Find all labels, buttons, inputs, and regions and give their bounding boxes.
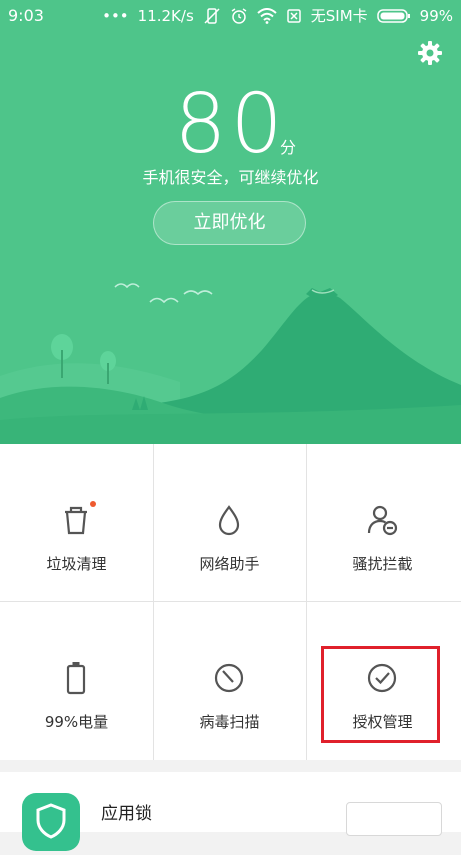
sim-status: 无SIM卡 [310, 7, 368, 25]
vibrate-off-icon [203, 7, 221, 25]
scan-icon [214, 663, 244, 693]
tool-label: 99%电量 [44, 713, 109, 731]
no-sim-icon [286, 8, 302, 24]
droplet-icon [218, 505, 240, 536]
wifi-icon [257, 7, 277, 24]
optimize-now-button[interactable]: 立即优化 [153, 201, 306, 245]
status-bar: 9:03 ••• 11.2K/s 无SIM卡 99% [0, 0, 461, 32]
battery-icon [66, 662, 86, 695]
settings-button[interactable] [417, 40, 443, 66]
trash-icon [65, 501, 96, 535]
tool-permission-management[interactable]: 授权管理 [306, 602, 459, 759]
app-lock-button[interactable] [346, 802, 442, 836]
battery-percent: 99% [419, 6, 453, 25]
tool-label: 骚扰拦截 [352, 555, 413, 573]
app-lock-card[interactable]: 应用锁 [0, 772, 461, 851]
tool-label: 网络助手 [199, 555, 260, 573]
app-lock-title: 应用锁 [101, 804, 152, 824]
score-unit: 分 [280, 138, 297, 157]
security-hero: 9:03 ••• 11.2K/s 无SIM卡 99% 80 分 手机很安全，可继… [0, 0, 461, 444]
tool-label: 垃圾清理 [46, 555, 107, 573]
security-status-text: 手机很安全，可继续优化 [142, 168, 319, 187]
status-time: 9:03 [8, 6, 44, 25]
check-circle-icon [367, 663, 397, 693]
tool-label: 病毒扫描 [199, 713, 260, 731]
tool-network-assistant[interactable]: 网络助手 [153, 444, 306, 601]
score-container: 80 [0, 84, 461, 166]
block-user-icon [367, 505, 398, 536]
status-indicators: ••• 11.2K/s 无SIM卡 99% [102, 5, 453, 26]
tool-battery[interactable]: 99%电量 [0, 602, 153, 759]
notification-badge [90, 501, 96, 507]
gear-icon [418, 41, 442, 65]
shield-lock-icon [22, 793, 80, 851]
battery-status-icon [376, 8, 411, 24]
security-score: 80 [174, 77, 287, 172]
tools-grid: 垃圾清理 网络助手 骚扰拦截 99%电量 病毒扫描 授权管理 [0, 444, 461, 760]
status-dots: ••• [102, 6, 129, 25]
tool-virus-scan[interactable]: 病毒扫描 [153, 602, 306, 759]
tool-label: 授权管理 [352, 713, 413, 731]
alarm-icon [230, 7, 248, 25]
tool-harassment-block[interactable]: 骚扰拦截 [306, 444, 459, 601]
tool-junk-cleanup[interactable]: 垃圾清理 [0, 444, 153, 601]
network-speed: 11.2K/s [137, 6, 194, 25]
